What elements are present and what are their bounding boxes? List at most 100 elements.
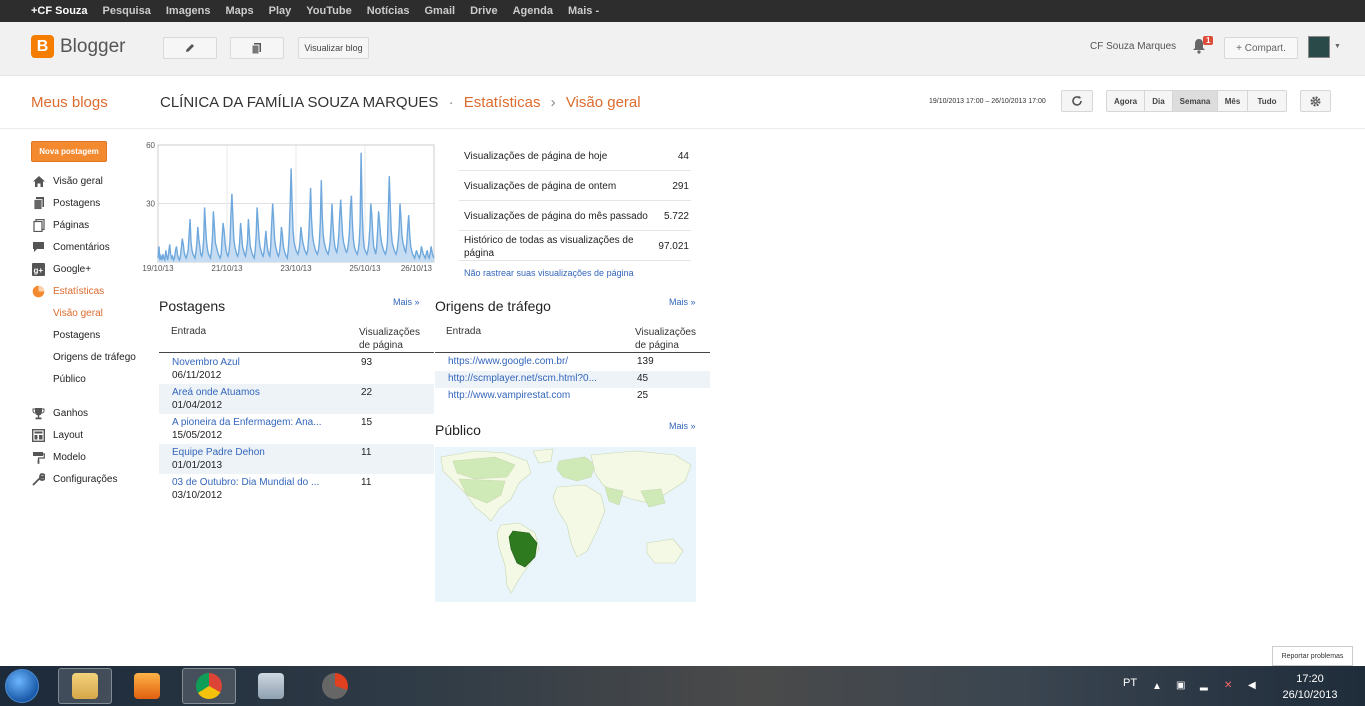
taskbar-app[interactable] xyxy=(308,668,362,704)
gbar-search-link[interactable]: Pesquisa xyxy=(103,5,151,17)
start-button[interactable] xyxy=(5,669,39,703)
subnav-posts[interactable]: Postagens xyxy=(53,330,100,341)
post-link[interactable]: Equipe Padre Dehon xyxy=(172,447,338,458)
period-now-button[interactable]: Agora xyxy=(1107,91,1145,111)
posts-more-link[interactable]: Mais » xyxy=(393,297,420,307)
traffic-views: 45 xyxy=(637,373,649,384)
avatar-caret-icon[interactable]: ▼ xyxy=(1334,43,1341,50)
taskbar-calculator[interactable] xyxy=(244,668,298,704)
network-signal-icon[interactable]: ▂ xyxy=(1200,680,1212,692)
post-link[interactable]: A pioneira da Enfermagem: Ana... xyxy=(172,417,338,428)
period-week-button[interactable]: Semana xyxy=(1173,91,1218,111)
sidebar-item-label: Postagens xyxy=(53,197,101,209)
google-bar: +CF Souza Pesquisa Imagens Maps Play You… xyxy=(0,0,1365,22)
post-views: 11 xyxy=(361,477,372,488)
period-selector: Agora Dia Semana Mês Tudo xyxy=(1106,90,1287,112)
y-tick-label: 60 xyxy=(146,141,155,150)
post-views: 11 xyxy=(361,447,372,458)
post-link[interactable]: Areá onde Atuamos xyxy=(172,387,338,398)
gbar-maps-link[interactable]: Maps xyxy=(226,5,254,17)
chrome-icon xyxy=(196,673,222,699)
my-blogs-link[interactable]: Meus blogs xyxy=(31,94,108,111)
google-plus-icon: g+ xyxy=(31,262,46,276)
sidebar-item-stats[interactable]: Estatísticas xyxy=(31,283,104,299)
gbar-drive-link[interactable]: Drive xyxy=(470,5,498,17)
system-clock[interactable]: 17:20 26/10/2013 xyxy=(1279,671,1341,703)
posts-icon xyxy=(31,196,46,210)
subnav-audience[interactable]: Público xyxy=(53,374,86,385)
report-problem-button[interactable]: Reportar problemas xyxy=(1272,646,1353,666)
taskbar-chrome[interactable] xyxy=(182,668,236,704)
media-player-icon xyxy=(134,673,160,699)
clock-date: 26/10/2013 xyxy=(1282,689,1338,701)
x-tick-label: 19/10/13 xyxy=(142,264,174,273)
post-link[interactable]: Novembro Azul xyxy=(172,357,338,368)
blog-name-link[interactable]: CLÍNICA DA FAMÍLIA SOUZA MARQUES xyxy=(160,94,438,111)
avatar[interactable] xyxy=(1308,36,1330,58)
volume-icon[interactable]: ◀ xyxy=(1248,680,1260,692)
traffic-source-link[interactable]: http://scmplayer.net/scm.html?0... xyxy=(448,373,610,384)
post-date: 15/05/2012 xyxy=(172,430,223,441)
sidebar-item-google-plus[interactable]: g+ Google+ xyxy=(31,261,91,277)
sidebar-item-pages[interactable]: Páginas xyxy=(31,217,89,233)
gbar-news-link[interactable]: Notícias xyxy=(367,5,410,17)
period-day-button[interactable]: Dia xyxy=(1145,91,1173,111)
refresh-button[interactable] xyxy=(1061,90,1093,112)
settings-button[interactable] xyxy=(1300,90,1331,112)
share-button[interactable]: + Compart. xyxy=(1224,37,1298,59)
dont-track-link[interactable]: Não rastrear suas visualizações de págin… xyxy=(464,268,634,278)
posts-panel-title: Postagens xyxy=(159,298,226,314)
posts-list-button[interactable] xyxy=(230,37,284,59)
gbar-calendar-link[interactable]: Agenda xyxy=(513,5,553,17)
sidebar-item-template[interactable]: Modelo xyxy=(31,449,86,465)
blogger-logo[interactable]: Blogger xyxy=(31,35,126,58)
table-row: https://www.google.com.br/ 139 xyxy=(435,354,710,371)
language-indicator[interactable]: PT xyxy=(1123,677,1137,689)
period-all-button[interactable]: Tudo xyxy=(1248,91,1286,111)
view-blog-button[interactable]: Visualizar blog xyxy=(298,37,369,59)
pages-icon xyxy=(31,218,46,232)
tray-device-icon[interactable]: ▣ xyxy=(1176,680,1188,692)
sidebar-item-overview[interactable]: Visão geral xyxy=(31,173,103,189)
clock-time: 17:20 xyxy=(1296,673,1324,685)
traffic-source-link[interactable]: https://www.google.com.br/ xyxy=(448,356,610,367)
taskbar-explorer[interactable] xyxy=(58,668,112,704)
subnav-overview[interactable]: Visão geral xyxy=(53,308,103,319)
post-views: 22 xyxy=(361,387,373,398)
sidebar-item-layout[interactable]: Layout xyxy=(31,427,83,443)
new-post-pencil-button[interactable] xyxy=(163,37,217,59)
gbar-profile-link[interactable]: +CF Souza xyxy=(31,5,88,17)
svg-text:g+: g+ xyxy=(34,266,44,275)
audience-more-link[interactable]: Mais » xyxy=(669,421,696,431)
taskbar-media-player[interactable] xyxy=(120,668,174,704)
new-post-button[interactable]: Nova postagem xyxy=(31,141,107,162)
gbar-more-link[interactable]: Mais - xyxy=(568,5,599,17)
gbar-youtube-link[interactable]: YouTube xyxy=(306,5,351,17)
audience-panel-title: Público xyxy=(435,422,481,438)
table-row: Novembro Azul 06/11/2012 93 xyxy=(159,354,434,384)
traffic-source-link[interactable]: http://www.vampirestat.com xyxy=(448,390,610,401)
user-name[interactable]: CF Souza Marques xyxy=(1090,41,1176,52)
comment-icon xyxy=(31,241,46,254)
blogger-logo-icon xyxy=(31,35,54,58)
network-error-icon[interactable]: ✕ xyxy=(1224,680,1236,692)
subnav-traffic-sources[interactable]: Origens de tráfego xyxy=(53,352,136,363)
sidebar-item-earnings[interactable]: Ganhos xyxy=(31,405,88,421)
gbar-images-link[interactable]: Imagens xyxy=(166,5,211,17)
post-link[interactable]: 03 de Outubro: Dia Mundial do ... xyxy=(172,477,338,488)
traffic-col-views: Visualizações de página xyxy=(635,327,696,351)
gbar-gmail-link[interactable]: Gmail xyxy=(424,5,455,17)
notifications-button[interactable]: 1 xyxy=(1192,36,1214,56)
table-row: 03 de Outubro: Dia Mundial do ... 03/10/… xyxy=(159,474,434,504)
sidebar-item-settings[interactable]: Configurações xyxy=(31,471,117,487)
sidebar-item-comments[interactable]: Comentários xyxy=(31,239,110,255)
title-bar: Meus blogs CLÍNICA DA FAMÍLIA SOUZA MARQ… xyxy=(0,77,1365,129)
stats-label: Visualizações de página do mês passado xyxy=(464,211,648,222)
layout-icon xyxy=(31,428,46,442)
gbar-play-link[interactable]: Play xyxy=(269,5,292,17)
sidebar-item-posts[interactable]: Postagens xyxy=(31,195,100,211)
traffic-more-link[interactable]: Mais » xyxy=(669,297,696,307)
tray-expand-icon[interactable]: ▲ xyxy=(1152,681,1164,693)
breadcrumb-stats-link[interactable]: Estatísticas xyxy=(464,94,541,111)
period-month-button[interactable]: Mês xyxy=(1218,91,1248,111)
